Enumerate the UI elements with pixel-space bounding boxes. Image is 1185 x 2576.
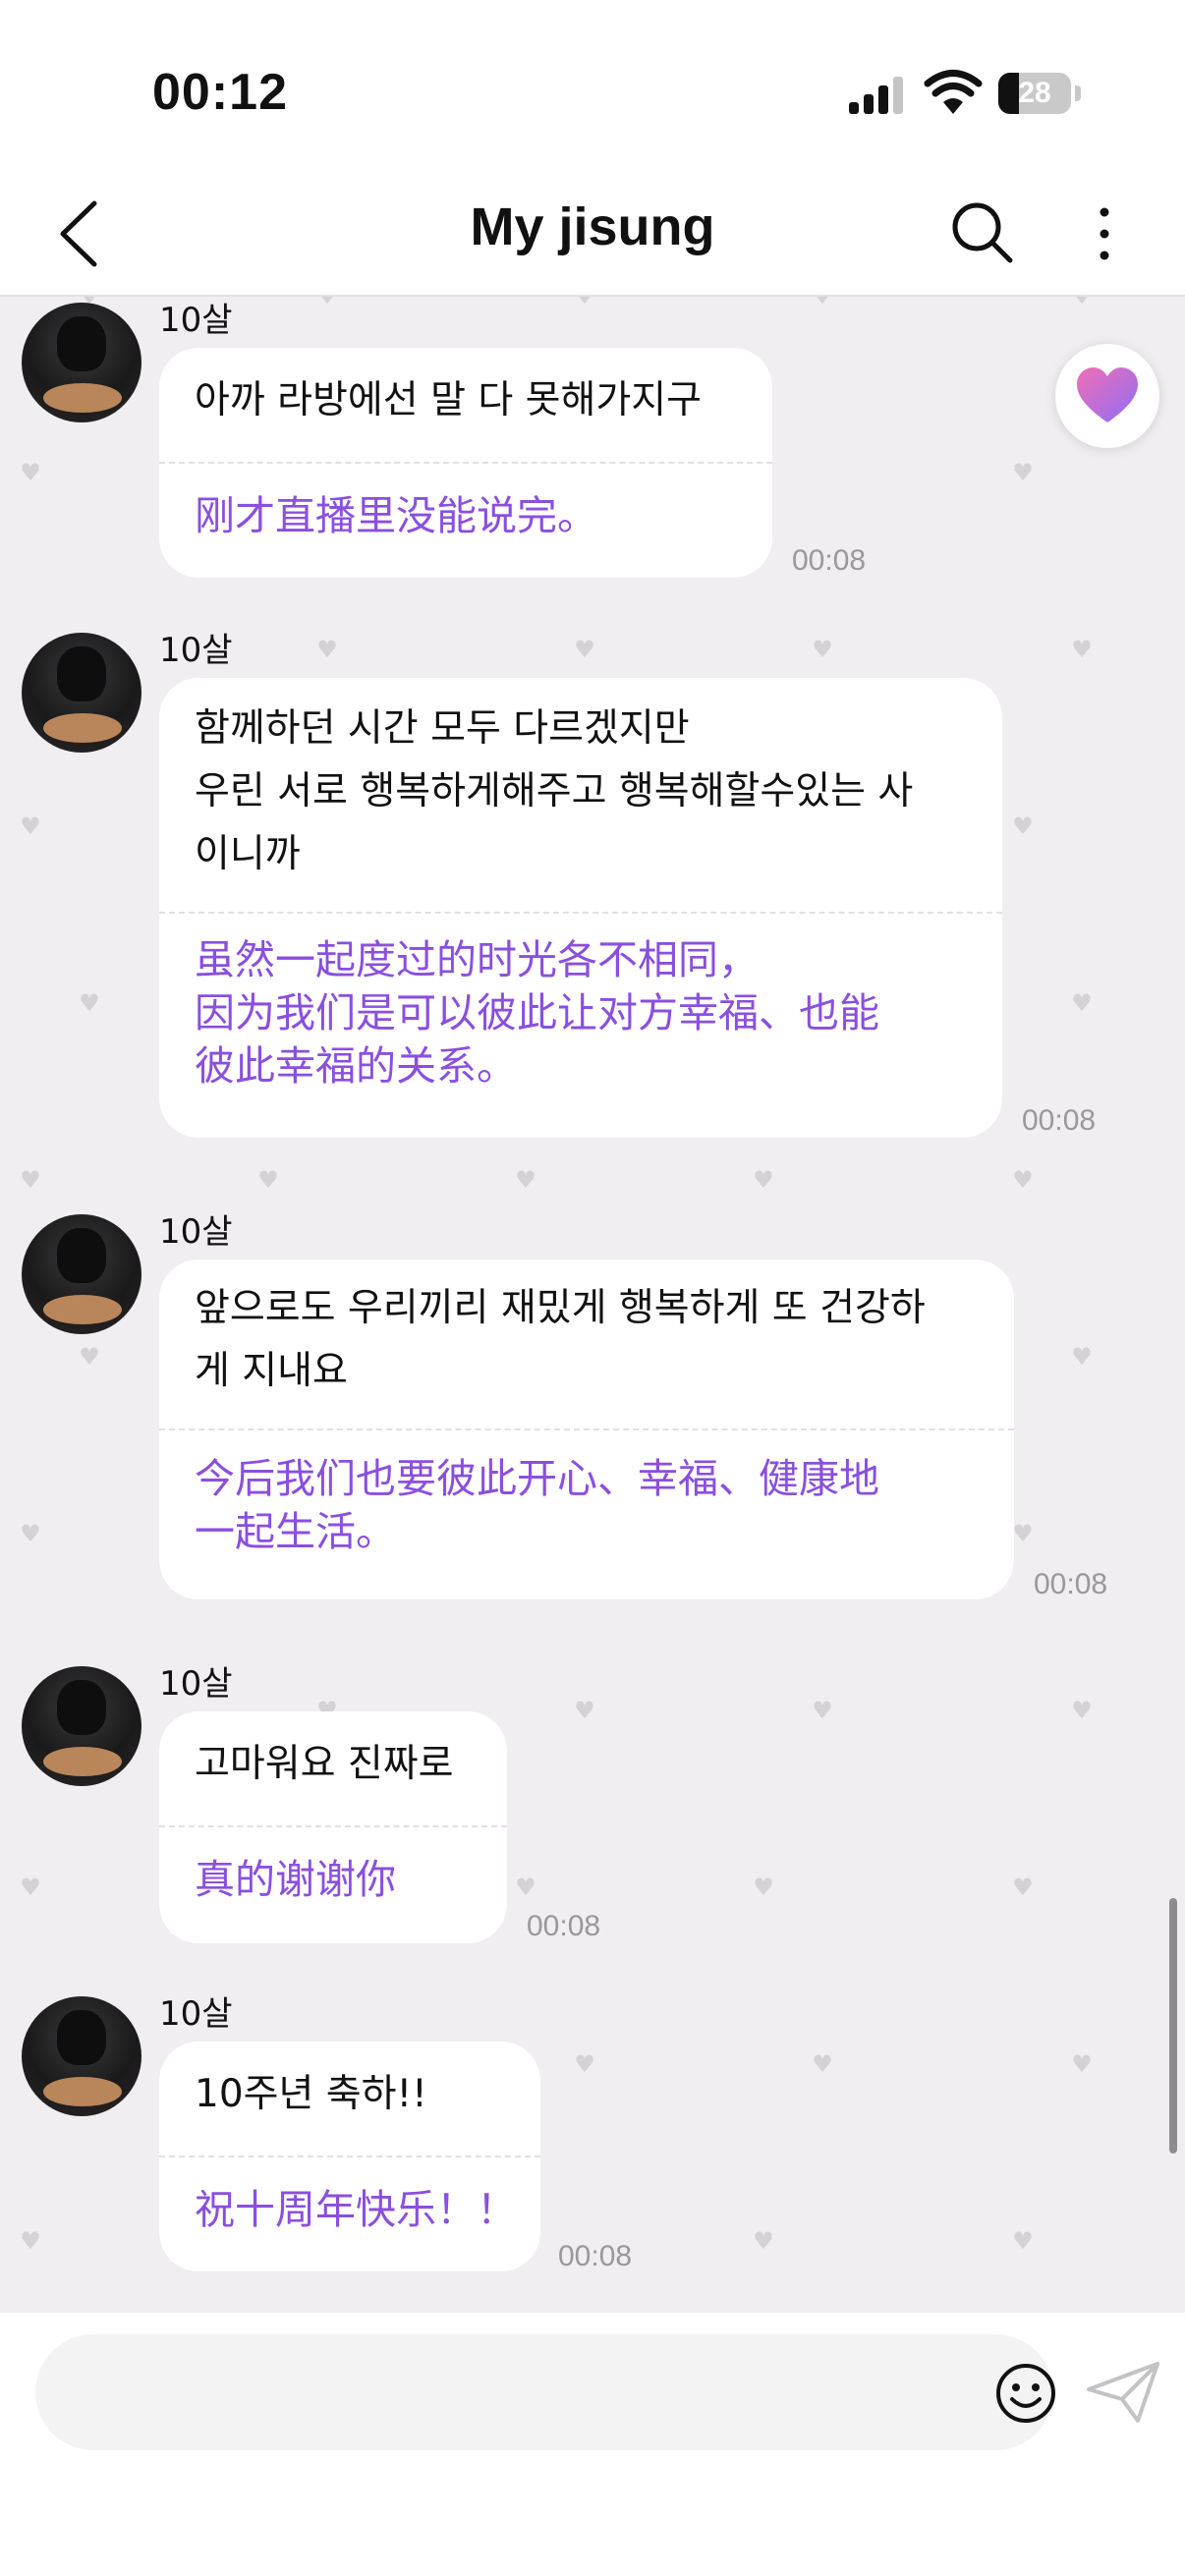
avatar[interactable] bbox=[22, 303, 141, 422]
avatar[interactable] bbox=[22, 633, 141, 753]
translation-divider bbox=[159, 1825, 507, 1827]
heart-icon bbox=[1077, 367, 1138, 422]
translation-divider bbox=[159, 462, 772, 464]
message-bubble[interactable]: 고마워요 진짜로 真的谢谢你 bbox=[159, 1711, 507, 1943]
status-bar: 00:12 28 bbox=[0, 0, 1185, 167]
sender-name: 10살 bbox=[159, 1212, 233, 1252]
message-timestamp: 00:08 bbox=[1022, 1104, 1097, 1137]
original-text: 고마워요 진짜로 bbox=[195, 1742, 454, 1786]
message-bubble[interactable]: 함께하던 시간 모두 다르겠지만 우린 서로 행복하게해주고 행복해할수있는 사… bbox=[159, 678, 1002, 1138]
original-text: 앞으로도 우리끼리 재밌게 행복하게 또 건강하 게 지내요 bbox=[195, 1286, 926, 1393]
translated-text: 祝十周年快乐！！ bbox=[195, 2186, 517, 2233]
send-icon[interactable] bbox=[1085, 2360, 1161, 2425]
original-text: 10주년 축하!! bbox=[195, 2072, 427, 2116]
message-timestamp: 00:08 bbox=[792, 544, 867, 577]
sender-name: 10살 bbox=[159, 631, 233, 670]
battery-percentage: 28 bbox=[1018, 77, 1051, 109]
message-input-container[interactable] bbox=[35, 2334, 1055, 2452]
message-bubble[interactable]: 아까 라방에선 말 다 못해가지구 刚才直播里没能说完。 bbox=[159, 348, 772, 578]
battery-cap bbox=[1075, 85, 1081, 101]
avatar[interactable] bbox=[22, 1214, 141, 1334]
battery-indicator: 28 bbox=[998, 73, 1081, 114]
translated-text: 虽然一起度过的时光各不相同， 因为我们是可以彼此让对方幸福、也能 彼此幸福的关系… bbox=[195, 936, 879, 1090]
message-bubble[interactable]: 앞으로도 우리끼리 재밌게 행복하게 또 건강하 게 지내요 今后我们也要彼此开… bbox=[159, 1260, 1014, 1599]
chat-header: My jisung bbox=[0, 167, 1185, 297]
scrollbar[interactable] bbox=[1169, 1898, 1177, 2154]
chat-message: 10살 함께하던 시간 모두 다르겠지만 우린 서로 행복하게해주고 행복해할수… bbox=[0, 627, 1185, 1187]
more-vertical-icon[interactable] bbox=[1089, 204, 1120, 263]
battery-icon: 28 bbox=[998, 73, 1071, 114]
translation-divider bbox=[159, 2156, 540, 2157]
translated-text: 真的谢谢你 bbox=[195, 1856, 396, 1903]
status-time: 00:12 bbox=[152, 64, 288, 121]
translation-divider bbox=[159, 1428, 1014, 1430]
translated-text: 今后我们也要彼此开心、幸福、健康地 一起生活。 bbox=[195, 1455, 879, 1555]
translation-divider bbox=[159, 912, 1002, 914]
original-text: 아까 라방에선 말 다 못해가지구 bbox=[195, 378, 703, 422]
original-text: 함께하던 시간 모두 다르겠지만 우린 서로 행복하게해주고 행복해할수있는 사… bbox=[195, 706, 914, 876]
sender-name: 10살 bbox=[159, 1664, 233, 1704]
avatar[interactable] bbox=[22, 1996, 141, 2116]
sender-name: 10살 bbox=[159, 1994, 233, 2034]
translated-text: 刚才直播里没能说完。 bbox=[195, 492, 597, 539]
chat-message-list[interactable]: ♥♥♥♥♥♥♥♥♥♥♥♥♥♥♥♥♥♥♥♥♥♥♥♥♥♥♥♥♥♥♥♥♥♥♥♥♥♥♥♥… bbox=[0, 297, 1185, 2313]
message-input[interactable] bbox=[65, 2334, 953, 2452]
sender-name: 10살 bbox=[159, 301, 233, 340]
message-timestamp: 00:08 bbox=[558, 2240, 633, 2272]
message-bubble[interactable]: 10주년 축하!! 祝十周年快乐！！ bbox=[159, 2042, 540, 2271]
wifi-icon bbox=[924, 70, 983, 114]
message-input-bar bbox=[0, 2313, 1185, 2576]
emoji-icon[interactable] bbox=[994, 2362, 1057, 2425]
message-timestamp: 00:08 bbox=[527, 1910, 601, 1942]
chat-message: 10살 앞으로도 우리끼리 재밌게 행복하게 또 건강하 게 지내요 今后我们也… bbox=[0, 1208, 1185, 1641]
message-timestamp: 00:08 bbox=[1034, 1568, 1108, 1600]
chat-message: 10살 10주년 축하!! 祝十周年快乐！！ 00:08 bbox=[0, 1990, 1185, 2285]
cellular-signal-icon bbox=[849, 77, 903, 114]
search-icon[interactable] bbox=[949, 199, 1014, 264]
heart-button[interactable] bbox=[1055, 344, 1159, 448]
chat-message: 10살 아까 라방에선 말 다 못해가지구 刚才直播里没能说完。 00:08 bbox=[0, 297, 1185, 591]
avatar[interactable] bbox=[22, 1666, 141, 1786]
chat-message: 10살 고마워요 진짜로 真的谢谢你 00:08 bbox=[0, 1660, 1185, 1955]
